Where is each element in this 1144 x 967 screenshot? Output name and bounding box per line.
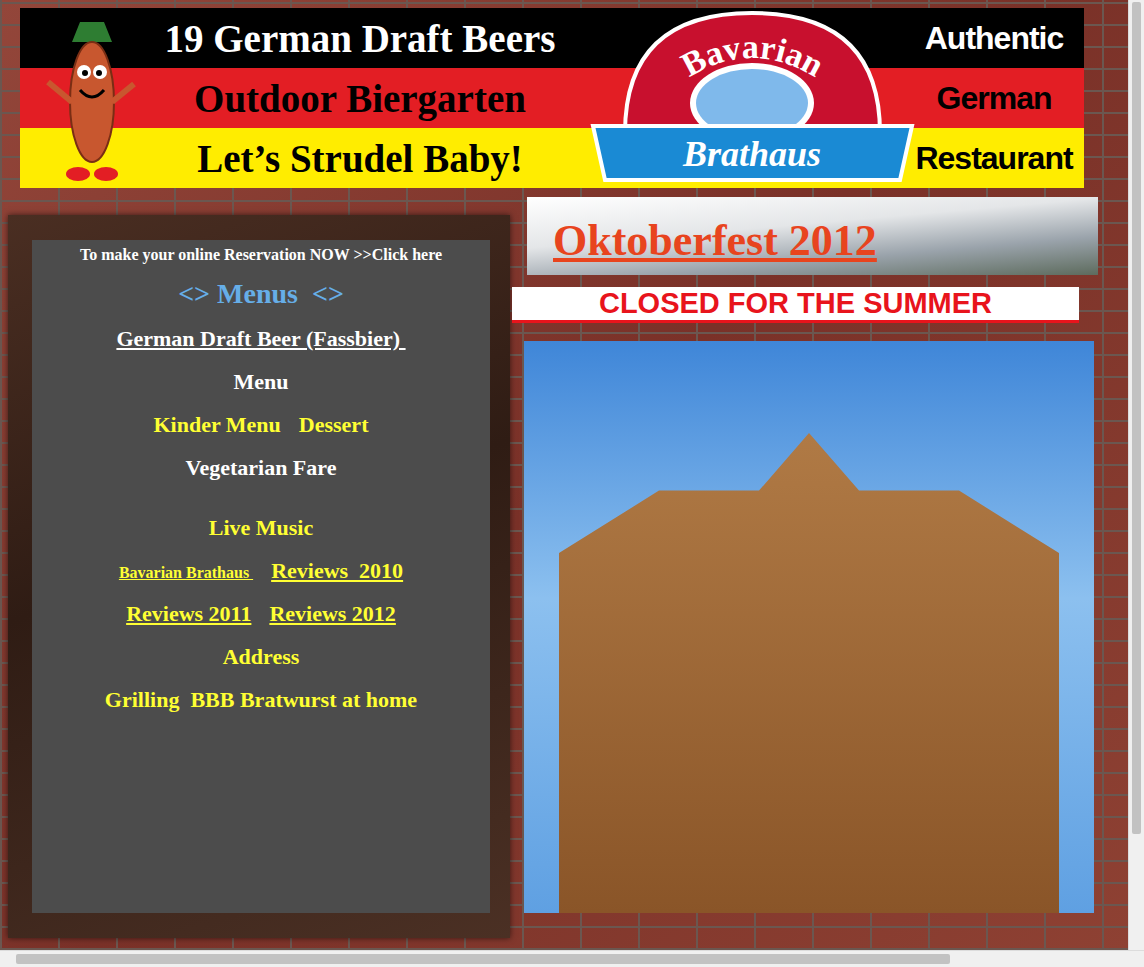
sidebar-link[interactable]: Vegetarian Fare xyxy=(186,455,337,481)
sidebar-link[interactable]: Address xyxy=(223,644,300,670)
svg-text:Brathaus: Brathaus xyxy=(682,134,821,174)
sidebar-link[interactable]: Grilling BBB Bratwurst at home xyxy=(105,687,417,713)
sidebar-row: Bavarian Brathaus Reviews 2010 xyxy=(119,558,403,584)
vertical-scrollbar[interactable] xyxy=(1128,0,1144,950)
sidebar-row: Kinder Menu Dessert xyxy=(154,412,369,438)
banner-slogan: Outdoor Biergarten xyxy=(130,76,590,121)
svg-text:Bavarian: Bavarian xyxy=(675,28,830,84)
closed-notice: CLOSED FOR THE SUMMER xyxy=(512,287,1079,323)
sidebar-row: Vegetarian Fare xyxy=(186,455,337,481)
event-banner: Oktoberfest 2012 xyxy=(527,197,1098,275)
right-column: Oktoberfest 2012 CLOSED FOR THE SUMMER xyxy=(512,197,1098,913)
sidebar-group: German Draft Beer (Fassbier) Menu Kinder … xyxy=(116,326,405,481)
sidebar-link[interactable]: Menu xyxy=(233,369,288,395)
banner-slogan: Let’s Strudel Baby! xyxy=(130,136,590,181)
sidebar-row: Menu xyxy=(233,369,288,395)
reservation-link[interactable]: To make your online Reservation NOW >>Cl… xyxy=(80,246,442,264)
house-shape xyxy=(559,433,1059,913)
banner-stripe: Let’s Strudel Baby! Restaurant xyxy=(20,128,1084,188)
sidebar-row: German Draft Beer (Fassbier) xyxy=(116,326,405,352)
sidebar-frame: To make your online Reservation NOW >>Cl… xyxy=(8,215,510,938)
scroll-thumb[interactable] xyxy=(16,954,950,964)
sidebar: To make your online Reservation NOW >>Cl… xyxy=(32,240,490,913)
main: To make your online Reservation NOW >>Cl… xyxy=(0,188,1128,938)
sidebar-link[interactable]: Live Music xyxy=(209,515,314,541)
banner: 19 German Draft Beers Authentic Outdoor Bi… xyxy=(20,8,1084,188)
house-picture[interactable] xyxy=(524,341,1094,913)
sausage-mascot-icon xyxy=(42,12,138,184)
sidebar-link[interactable]: Kinder Menu xyxy=(154,412,281,438)
horizontal-scrollbar[interactable] xyxy=(0,950,1144,967)
sidebar-link[interactable]: Reviews 2012 xyxy=(269,601,395,627)
banner-tag: Restaurant xyxy=(904,140,1084,177)
scroll-thumb[interactable] xyxy=(1132,2,1141,834)
banner-tag: Authentic xyxy=(904,20,1084,57)
sidebar-row: Reviews 2011 Reviews 2012 xyxy=(126,601,396,627)
sidebar-group: Live Music Bavarian Brathaus Reviews 2010… xyxy=(105,515,417,713)
banner-stripe: Outdoor Biergarten German xyxy=(20,68,1084,128)
sidebar-link[interactable]: Dessert xyxy=(299,412,369,438)
sidebar-row: Grilling BBB Bratwurst at home xyxy=(105,687,417,713)
event-title[interactable]: Oktoberfest 2012 xyxy=(553,216,877,265)
banner-stripe: 19 German Draft Beers Authentic xyxy=(20,8,1084,68)
sidebar-row: Address xyxy=(223,644,300,670)
sidebar-link[interactable]: Bavarian Brathaus xyxy=(119,564,253,582)
sidebar-row: Live Music xyxy=(209,515,314,541)
sidebar-link[interactable]: Reviews 2010 xyxy=(271,558,403,584)
content: 19 German Draft Beers Authentic Outdoor Bi… xyxy=(0,0,1128,950)
brathaus-logo[interactable]: Bavarian Brathaus xyxy=(585,8,920,188)
banner-tag: German xyxy=(904,80,1084,117)
page: 19 German Draft Beers Authentic Outdoor Bi… xyxy=(0,0,1144,967)
sidebar-link[interactable]: Reviews 2011 xyxy=(126,601,251,627)
banner-slogan: 19 German Draft Beers xyxy=(130,16,590,61)
menus-heading: <> Menus <> xyxy=(178,278,344,310)
sidebar-link[interactable]: German Draft Beer (Fassbier) xyxy=(116,326,405,352)
